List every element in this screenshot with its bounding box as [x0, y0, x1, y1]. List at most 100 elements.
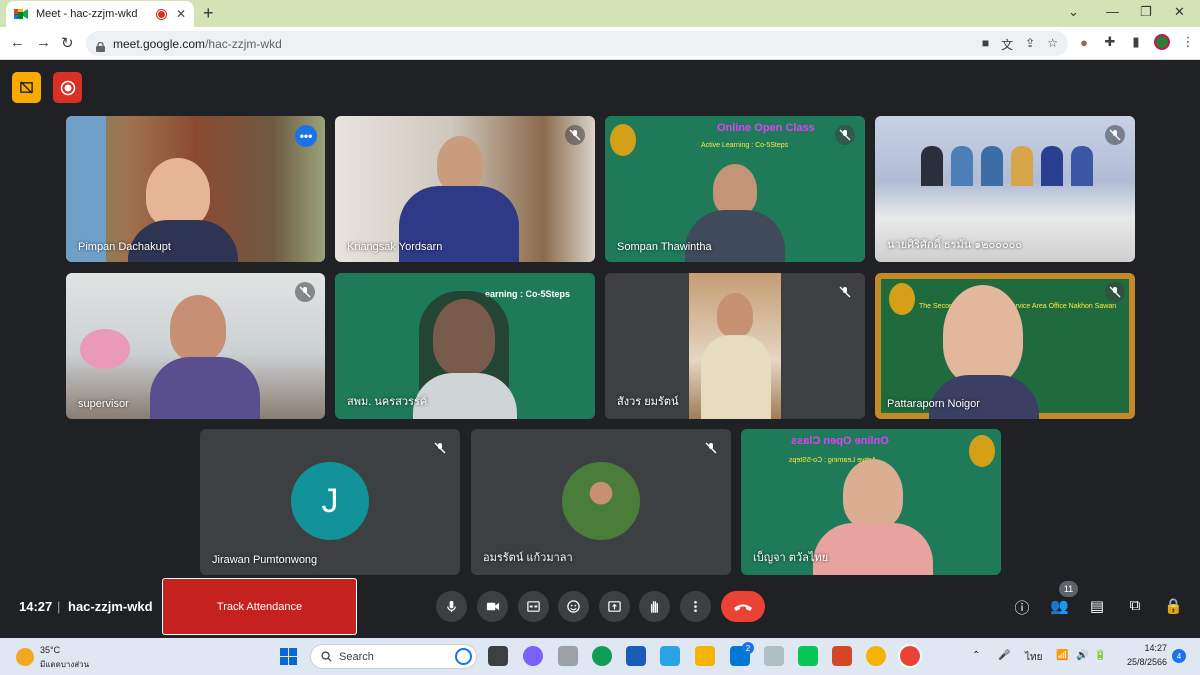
restore-window-icon[interactable]: ❐ [1140, 4, 1152, 20]
volume-icon[interactable]: 🔊 [1076, 650, 1088, 661]
captions-off-button[interactable] [12, 72, 41, 103]
captions-button[interactable] [518, 591, 549, 622]
reactions-button[interactable] [558, 591, 589, 622]
bing-icon [455, 648, 472, 665]
participant-tile[interactable]: Online Open Class Active Learning : Co-5… [741, 429, 1001, 575]
participant-tile[interactable]: อมรรัตน์ แก้วมาลา [471, 429, 731, 575]
participant-video [437, 136, 483, 192]
participant-name: Pattaraporn Noigor [887, 398, 980, 410]
settings-app-icon[interactable] [558, 646, 578, 666]
wifi-icon[interactable]: 📶 [1056, 650, 1068, 661]
file-explorer-icon[interactable] [695, 646, 715, 666]
reload-icon[interactable]: ↻ [61, 34, 74, 52]
raise-hand-button[interactable] [639, 591, 670, 622]
people-icon[interactable]: 👥 [1050, 597, 1069, 615]
back-arrow-icon[interactable]: ← [10, 34, 25, 51]
translate-icon[interactable]: 文 [1001, 36, 1013, 53]
notification-count[interactable]: 4 [1172, 649, 1186, 663]
mic-muted-icon [701, 438, 721, 458]
minimize-window-icon[interactable]: — [1106, 4, 1119, 19]
taskbar-date[interactable]: 25/8/2566 [1116, 657, 1167, 667]
tab-search-chevron-icon[interactable]: ⌄ [1068, 4, 1079, 20]
chrome-icon[interactable] [866, 646, 886, 666]
participant-tile[interactable]: Online Open Class Active Learning : Co-5… [605, 116, 865, 262]
participant-tile[interactable]: J Jirawan Pumtonwong [200, 429, 460, 575]
bookmark-star-icon[interactable]: ☆ [1047, 36, 1058, 53]
line-app-icon[interactable] [798, 646, 818, 666]
leave-call-button[interactable] [721, 591, 765, 622]
taskbar-search-box[interactable]: Search [310, 644, 477, 669]
participant-body [813, 523, 933, 575]
weather-temperature: 35°C [40, 645, 61, 655]
mic-muted-icon [1105, 282, 1125, 302]
tab-close-icon[interactable]: ✕ [176, 7, 186, 21]
battery-icon[interactable]: 🔋 [1094, 650, 1106, 661]
weather-description: มีแดดบางส่วน [40, 660, 90, 669]
browser-toolbar: ← → ↻ meet.google.com/hac-zzjm-wkd ■ 文 ⇪… [0, 27, 1200, 60]
close-window-icon[interactable]: ✕ [1174, 4, 1185, 20]
mic-muted-icon [430, 438, 450, 458]
banner-title: Online Open Class [717, 122, 815, 134]
side-panel-icon[interactable]: ▮ [1128, 34, 1144, 50]
participant-tile[interactable]: Kriangsak Yordsarn [335, 116, 595, 262]
participant-name: Jirawan Pumtonwong [212, 554, 318, 566]
chat-app-icon[interactable] [523, 646, 543, 666]
participant-name: สพม. นครสวรรค์ [347, 396, 428, 408]
participant-avatar: J [291, 462, 369, 540]
hang-up-icon [734, 604, 752, 611]
recording-button[interactable] [53, 72, 82, 103]
l-app-icon[interactable] [660, 646, 680, 666]
participant-tile[interactable]: สังวร ยมรัตน์ [605, 273, 865, 419]
lock-icon [96, 39, 105, 52]
chrome-active-icon[interactable] [900, 646, 920, 666]
microphone-button[interactable] [436, 591, 467, 622]
group-of-participants [897, 146, 1117, 196]
activities-icon[interactable]: ⧉ [1126, 597, 1144, 614]
browser-menu-icon[interactable]: ⋮ [1180, 34, 1196, 50]
share-icon[interactable]: ⇪ [1025, 36, 1035, 53]
more-options-button[interactable] [680, 591, 711, 622]
microphone-tray-icon[interactable]: 🎤 [998, 650, 1010, 661]
powerpoint-app-icon[interactable] [832, 646, 852, 666]
windows-start-icon[interactable] [280, 648, 297, 665]
task-view-icon[interactable] [488, 646, 508, 666]
participant-tile[interactable]: earning : Co-5Steps สพม. นครสวรรค์ [335, 273, 595, 419]
browser-tab-meet[interactable]: Meet - hac-zzjm-wkd ✕ [6, 1, 194, 27]
participant-tile[interactable]: The Secondary Educational Service Area O… [875, 273, 1135, 419]
meeting-details-icon[interactable]: ⓘ [1013, 597, 1031, 618]
weather-sun-icon[interactable] [16, 648, 34, 666]
chat-icon[interactable]: ▤ [1088, 597, 1106, 615]
meet-control-bar: 14:27 | hac-zzjm-wkd Track Attendance ⓘ … [0, 578, 1200, 638]
host-controls-icon[interactable]: 🔒 [1164, 597, 1183, 615]
participant-tile[interactable]: ••• Pimpan Dachakupt [66, 116, 325, 262]
taskbar-time[interactable]: 14:27 [1125, 643, 1167, 653]
participant-avatar [562, 462, 640, 540]
banner-subtitle: Active Learning : Co-5Steps [701, 142, 789, 149]
camera-button[interactable] [477, 591, 508, 622]
participant-body [701, 335, 771, 419]
participant-tile[interactable]: นายศิริศักดิ์ ธรมัน ๑๒๐๐๐๐๐ [875, 116, 1135, 262]
present-screen-button[interactable] [599, 591, 630, 622]
show-hidden-icons-icon[interactable]: ⌃ [972, 650, 980, 661]
snipping-tool-icon[interactable] [764, 646, 784, 666]
profile-avatar-icon[interactable] [1154, 34, 1170, 50]
more-options-icon[interactable]: ••• [295, 125, 317, 147]
emoji-icon [567, 600, 580, 613]
participant-body [685, 210, 785, 262]
participant-tile[interactable]: supervisor [66, 273, 325, 419]
school-emblem-icon [610, 124, 636, 156]
word-app-icon[interactable] [626, 646, 646, 666]
participant-name: สังวร ยมรัตน์ [617, 396, 679, 408]
new-tab-button[interactable]: + [203, 3, 214, 24]
captions-off-icon [20, 81, 33, 94]
forward-arrow-icon[interactable]: → [36, 34, 51, 51]
input-language[interactable]: ไทย [1025, 650, 1042, 665]
camera-in-use-icon[interactable]: ■ [982, 36, 989, 53]
track-attendance-button[interactable]: Track Attendance [162, 578, 357, 635]
edge-browser-icon[interactable] [592, 646, 612, 666]
present-screen-icon [608, 601, 621, 612]
extension-avatar-icon[interactable]: ● [1076, 35, 1092, 50]
address-bar[interactable]: meet.google.com/hac-zzjm-wkd ■ 文 ⇪ ☆ [86, 31, 1068, 56]
extensions-puzzle-icon[interactable]: ✚ [1102, 34, 1118, 50]
banner-subtitle: earning : Co-5Steps [485, 289, 571, 299]
